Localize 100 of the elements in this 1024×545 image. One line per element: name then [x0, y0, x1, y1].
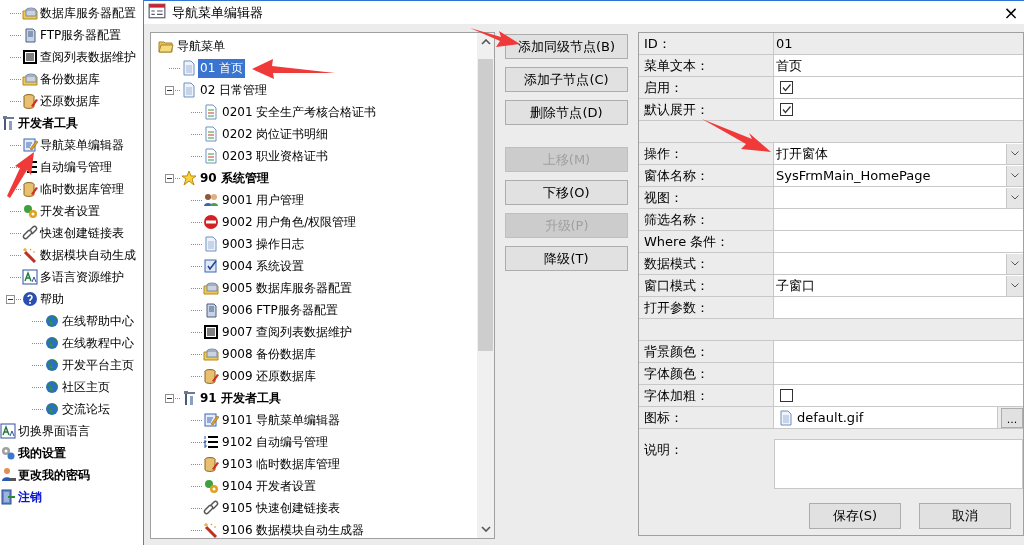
tree-node[interactable]: 90 系统管理	[198, 168, 271, 188]
file-field[interactable]: default.gif	[774, 407, 998, 428]
database-pencil-icon	[22, 93, 38, 109]
description-field[interactable]	[774, 439, 1023, 489]
action-button[interactable]: 删除节点(D)	[505, 100, 628, 125]
server-icon	[203, 302, 219, 318]
tree-node[interactable]: 9106 数据模块自动生成器	[220, 520, 367, 538]
gears-icon	[22, 203, 38, 219]
scroll-thumb[interactable]	[478, 59, 493, 351]
text-field[interactable]	[774, 297, 1023, 318]
tree-node[interactable]: 9105 快速创建链接表	[220, 498, 343, 518]
nav-item[interactable]: 自动编号管理	[39, 157, 113, 177]
tree-node[interactable]: 9103 临时数据库管理	[220, 454, 343, 474]
language-icon	[22, 269, 38, 285]
checkbox[interactable]	[780, 103, 793, 116]
dropdown[interactable]	[774, 187, 1023, 208]
action-button[interactable]: 添加子节点(C)	[505, 67, 628, 92]
nav-item[interactable]: 数据模块自动生成	[39, 245, 137, 265]
chevron-down-icon	[1011, 151, 1019, 156]
nav-item[interactable]: 注销	[17, 487, 43, 507]
browse-button[interactable]: ...	[1001, 407, 1023, 428]
text-field[interactable]	[774, 209, 1023, 230]
nav-item[interactable]: 我的设置	[17, 443, 67, 463]
user-icon	[0, 467, 16, 483]
tree-node[interactable]: 01 首页	[198, 58, 246, 78]
nav-item[interactable]: 开发者设置	[39, 201, 101, 221]
document-icon	[203, 104, 219, 120]
nav-item[interactable]: 在线帮助中心	[61, 311, 135, 331]
nav-item[interactable]: 导航菜单编辑器	[39, 135, 125, 155]
nav-item[interactable]: 开发平台主页	[61, 355, 135, 375]
close-button[interactable]: ×	[996, 2, 1024, 23]
cancel-button[interactable]: 取消	[919, 503, 1011, 529]
checkbox[interactable]	[780, 389, 793, 402]
scroll-up-icon[interactable]	[480, 39, 491, 45]
nav-item[interactable]: 快速创建链接表	[39, 223, 125, 243]
nav-item[interactable]: 临时数据库管理	[39, 179, 125, 199]
nav-item[interactable]: 帮助	[39, 289, 65, 309]
tree-node[interactable]: 0203 职业资格证书	[220, 146, 331, 166]
chevron-down-icon	[1011, 195, 1019, 200]
nav-item[interactable]: 在线教程中心	[61, 333, 135, 353]
nav-item[interactable]: 查阅列表数据维护	[39, 47, 137, 67]
tree-node[interactable]: 9009 还原数据库	[220, 366, 319, 386]
tree-node[interactable]: 9006 FTP服务器配置	[220, 300, 340, 320]
tree-node[interactable]: 0202 岗位证书明细	[220, 124, 331, 144]
database-pencil-icon	[203, 368, 219, 384]
tree-node[interactable]: 9104 开发者设置	[220, 476, 319, 496]
dropdown[interactable]: 子窗口	[774, 275, 1023, 296]
nav-item[interactable]: 更改我的密码	[17, 465, 91, 485]
nav-item[interactable]: 数据库服务器配置	[39, 3, 137, 23]
save-button[interactable]: 保存(S)	[809, 503, 901, 529]
checked-window-icon	[203, 258, 219, 274]
chevron-down-icon	[1011, 173, 1019, 178]
text-field[interactable]	[774, 231, 1023, 252]
link-icon	[203, 500, 219, 516]
document-icon	[181, 82, 197, 98]
collapse-toggle[interactable]	[164, 85, 174, 95]
tree-node[interactable]: 9007 查阅列表数据维护	[220, 322, 355, 342]
tree-node[interactable]: 9003 操作日志	[220, 234, 307, 254]
scrollbar[interactable]	[477, 33, 494, 538]
nav-item[interactable]: 开发者工具	[17, 113, 79, 133]
tree-node[interactable]: 02 日常管理	[198, 80, 270, 100]
dropdown[interactable]: SysFrmMain_HomePage	[774, 165, 1023, 186]
annotation-arrow	[7, 152, 34, 198]
globe-icon	[44, 357, 60, 373]
dropdown[interactable]: 打开窗体	[774, 143, 1023, 164]
collapse-toggle[interactable]	[5, 294, 15, 304]
nav-item[interactable]: 还原数据库	[39, 91, 101, 111]
star-icon	[181, 170, 197, 186]
annotation-arrow	[470, 28, 520, 47]
database-icon	[203, 280, 219, 296]
tree-node[interactable]: 9008 备份数据库	[220, 344, 319, 364]
tree-node[interactable]: 9001 用户管理	[220, 190, 307, 210]
tree-node[interactable]: 9004 系统设置	[220, 256, 307, 276]
nav-item[interactable]: FTP服务器配置	[39, 25, 123, 45]
tree-node[interactable]: 9102 自动编号管理	[220, 432, 331, 452]
nav-item[interactable]: 切换界面语言	[17, 421, 91, 441]
tree-node[interactable]: 导航菜单	[175, 36, 227, 56]
action-button[interactable]: 添加同级节点(B)	[505, 34, 628, 59]
collapse-toggle[interactable]	[164, 173, 174, 183]
tree-node[interactable]: 91 开发者工具	[198, 388, 283, 408]
nav-item[interactable]: 多语言资源维护	[39, 267, 125, 287]
tree-node[interactable]: 9101 导航菜单编辑器	[220, 410, 343, 430]
database-pencil-icon	[22, 181, 38, 197]
action-button[interactable]: 下移(O)	[505, 180, 628, 205]
tree-node[interactable]: 0201 安全生产考核合格证书	[220, 102, 379, 122]
collapse-toggle[interactable]	[164, 393, 174, 403]
text-field[interactable]: 首页	[774, 55, 1023, 76]
globe-icon	[44, 401, 60, 417]
checkbox[interactable]	[780, 81, 793, 94]
scroll-down-icon[interactable]	[480, 526, 491, 532]
text-field[interactable]	[774, 363, 1023, 384]
tree-node[interactable]: 9002 用户角色/权限管理	[220, 212, 359, 232]
exit-icon	[0, 489, 16, 505]
nav-item[interactable]: 社区主页	[61, 377, 111, 397]
text-field[interactable]	[774, 341, 1023, 362]
nav-item[interactable]: 交流论坛	[61, 399, 111, 419]
dropdown[interactable]	[774, 253, 1023, 274]
tree-node[interactable]: 9005 数据库服务器配置	[220, 278, 355, 298]
nav-item[interactable]: 备份数据库	[39, 69, 101, 89]
action-button[interactable]: 降级(T)	[505, 246, 628, 271]
